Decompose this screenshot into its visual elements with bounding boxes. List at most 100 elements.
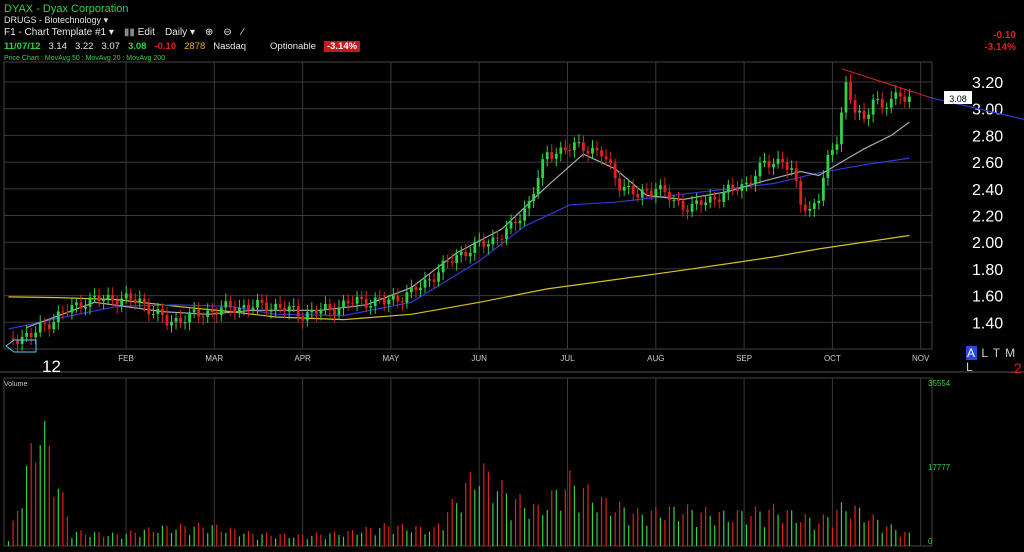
candle-body xyxy=(56,311,60,323)
candle-body xyxy=(61,311,65,313)
candle-body xyxy=(767,161,771,168)
volume-tick-label: 35554 xyxy=(928,379,951,388)
candle-body xyxy=(70,305,74,313)
candle-body xyxy=(722,192,726,202)
candle-body xyxy=(265,302,268,312)
candle-body xyxy=(242,305,246,308)
price-volume-chart[interactable]: 3.20 3.00 2.80 2.60 2.40 2.20 2.00 1.80 1.60 1.40… xyxy=(0,0,1024,552)
candle-body xyxy=(903,96,907,102)
candle-body xyxy=(346,300,350,304)
candle-body xyxy=(287,306,291,312)
candle-body xyxy=(337,307,341,315)
candle-body xyxy=(360,296,364,299)
candle-body xyxy=(663,185,667,192)
candle-body xyxy=(613,163,617,179)
candle-body xyxy=(803,204,807,211)
candle-body xyxy=(754,176,757,185)
candle-body xyxy=(704,202,708,206)
candle-body xyxy=(34,332,38,338)
candle-body xyxy=(486,244,490,247)
candle-body xyxy=(124,293,128,299)
candle-body xyxy=(183,322,187,324)
candle-body xyxy=(43,323,47,325)
x-tick-label: FEB xyxy=(118,354,134,363)
candle-body xyxy=(609,159,612,164)
candle-body xyxy=(785,162,789,170)
candle-body xyxy=(192,309,196,313)
candle-body xyxy=(93,295,96,298)
candle-body xyxy=(821,177,825,201)
candle-body xyxy=(658,185,662,190)
candle-body xyxy=(518,220,522,224)
y-tick-label: 2.20 xyxy=(972,209,1003,226)
candle-body xyxy=(482,240,486,247)
candle-body xyxy=(853,100,857,113)
candle-body xyxy=(219,307,223,315)
candle-body xyxy=(106,294,110,299)
candle-body xyxy=(314,309,318,314)
y-tick-label: 2.00 xyxy=(972,235,1003,252)
y-tick-label: 3.00 xyxy=(972,102,1003,119)
candle-body xyxy=(536,178,540,194)
candle-body xyxy=(419,287,422,290)
candle-body xyxy=(274,303,278,310)
candle-body xyxy=(260,299,264,303)
auto-scale-button[interactable]: A xyxy=(966,346,978,360)
candle-body xyxy=(324,304,327,310)
candle-body xyxy=(473,241,477,253)
candle-body xyxy=(11,338,15,340)
candle-body xyxy=(305,312,309,321)
y-tick-label: 2.60 xyxy=(972,155,1003,172)
red-two-label: .2 xyxy=(1010,360,1022,376)
x-tick-label: NOV xyxy=(912,354,930,363)
candle-body xyxy=(156,308,160,315)
last-price-tag: 3.08 xyxy=(949,94,967,104)
x-tick-label: SEP xyxy=(736,354,752,363)
candle-body xyxy=(382,298,386,305)
candle-body xyxy=(550,152,554,159)
candle-body xyxy=(871,99,875,115)
candle-body xyxy=(618,178,622,191)
candle-body xyxy=(690,203,694,212)
candle-body xyxy=(174,317,178,322)
candle-body xyxy=(188,312,191,323)
candle-body xyxy=(591,147,594,154)
candle-body xyxy=(672,200,676,202)
candle-body xyxy=(120,298,124,306)
candle-body xyxy=(52,322,56,330)
volume-tick-label: 17777 xyxy=(928,463,951,472)
candle-body xyxy=(654,189,658,196)
candle-body xyxy=(310,309,314,313)
moving-average-line xyxy=(26,121,910,329)
x-tick-label: JUN xyxy=(471,354,487,363)
candle-body xyxy=(794,168,798,182)
candle-body xyxy=(224,301,228,308)
candle-body xyxy=(292,306,296,308)
candle-body xyxy=(450,261,454,263)
candle-body xyxy=(505,228,508,239)
year-label: 12 xyxy=(42,357,61,376)
candle-body xyxy=(247,305,250,310)
candle-body xyxy=(695,200,699,204)
candle-body xyxy=(133,299,137,303)
candle-body xyxy=(907,96,911,102)
candle-body xyxy=(237,307,241,313)
candle-body xyxy=(731,184,735,189)
volume-label: Volume xyxy=(4,381,28,388)
candle-body xyxy=(179,317,182,323)
candle-body xyxy=(572,142,576,151)
candle-body xyxy=(102,298,105,302)
candle-body xyxy=(477,240,481,242)
candle-body xyxy=(559,147,563,154)
candle-body xyxy=(781,158,785,163)
candle-body xyxy=(423,279,427,288)
candle-body xyxy=(862,110,866,119)
candle-body xyxy=(649,190,653,196)
candle-body xyxy=(342,300,345,308)
candle-body xyxy=(328,304,332,310)
candle-body xyxy=(541,159,545,179)
candle-body xyxy=(699,200,703,206)
candle-body xyxy=(735,188,739,191)
candle-body xyxy=(25,333,29,337)
candle-body xyxy=(151,314,155,316)
